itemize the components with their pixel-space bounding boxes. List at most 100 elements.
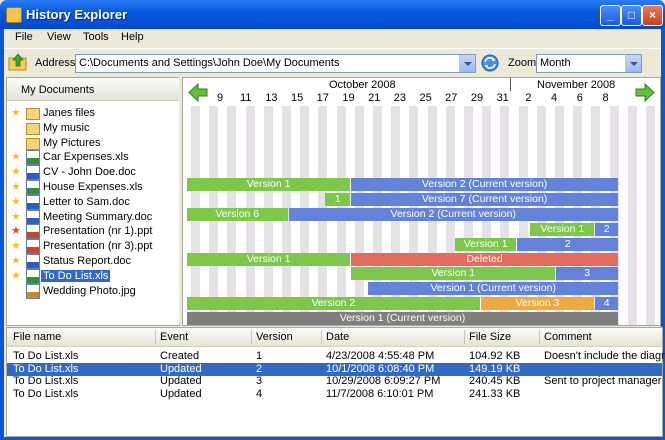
maximize-button[interactable]: □ <box>621 5 642 26</box>
column-separator[interactable] <box>155 330 156 344</box>
column-header[interactable]: File name <box>13 331 61 343</box>
tree-item-label: Janes files <box>43 107 95 119</box>
month-divider <box>510 78 511 91</box>
version-bar[interactable]: Version 2 (Current version) <box>288 207 618 221</box>
folder-tree-panel: My Documents ★ Janes files My music My Pict… <box>6 77 180 326</box>
toolbar: Address C:\Documents and Settings\John D… <box>4 48 661 77</box>
table-cell: 3 <box>256 375 263 387</box>
table-cell: 11/7/2008 6:10:01 PM <box>326 387 434 400</box>
column-separator[interactable] <box>539 330 540 344</box>
title-bar[interactable]: History Explorer _ □ × <box>0 0 665 29</box>
version-bar[interactable]: Version 1 <box>187 252 351 266</box>
column-separator[interactable] <box>464 330 465 344</box>
column-separator[interactable] <box>321 330 322 344</box>
version-bar[interactable]: Version 1 <box>351 267 556 281</box>
tree-header-label: My Documents <box>21 84 95 96</box>
table-cell: 241.33 KB <box>469 387 521 400</box>
minimize-button[interactable]: _ <box>600 5 621 26</box>
scroll-right-icon[interactable] <box>634 83 656 102</box>
menu-file[interactable]: File <box>15 31 33 43</box>
jpg-icon <box>26 283 40 299</box>
version-bar[interactable]: 2 <box>595 222 618 236</box>
version-bar[interactable]: Deleted <box>351 252 618 266</box>
address-combo[interactable]: C:\Documents and Settings\John Doe\My Do… <box>75 54 476 73</box>
day-tick-label: 19 <box>342 92 355 104</box>
zoom-select[interactable]: Month <box>536 54 642 73</box>
menu-tools[interactable]: Tools <box>83 31 109 43</box>
day-tick-label: 13 <box>265 92 278 104</box>
star-icon[interactable]: ★ <box>11 107 21 119</box>
tree-item-label: To Do List.xls <box>41 269 111 282</box>
doc-icon <box>26 194 40 210</box>
table-cell: Doesn't include the diagram <box>544 350 665 362</box>
xls-icon <box>26 150 40 166</box>
zoom-dropdown-icon[interactable] <box>625 55 641 72</box>
doc-icon <box>26 209 40 225</box>
day-column <box>627 106 637 325</box>
day-tick-label: 9 <box>216 92 224 104</box>
address-dropdown-icon[interactable] <box>459 55 475 72</box>
menu-help[interactable]: Help <box>121 31 144 43</box>
version-bar[interactable]: 4 <box>595 297 618 311</box>
version-bar[interactable]: Version 6 <box>187 207 288 221</box>
table-cell: 4/23/2008 4:55:48 PM <box>326 350 435 362</box>
star-icon[interactable]: ★ <box>11 270 21 282</box>
table-row[interactable]: To Do List.xls Updated 3 10/29/2008 6:09:27… <box>7 375 662 388</box>
table-cell: Updated <box>160 375 202 387</box>
column-header[interactable]: Version <box>256 331 293 343</box>
star-icon[interactable]: ★ <box>11 255 21 267</box>
version-bar[interactable]: Version 3 <box>480 297 595 311</box>
table-cell: 1 <box>256 350 263 362</box>
menu-view[interactable]: View <box>47 31 71 43</box>
table-cell: 4 <box>256 387 263 400</box>
scroll-left-icon[interactable] <box>187 83 209 102</box>
column-header[interactable]: Date <box>326 331 349 343</box>
version-bar[interactable]: Version 2 (Current version) <box>351 178 618 191</box>
version-bar[interactable]: Version 1 (Current version) <box>368 282 618 296</box>
up-folder-icon[interactable] <box>7 52 29 73</box>
version-bar[interactable]: Version 1 <box>530 222 595 236</box>
table-cell: 10/1/2008 6:08:40 PM <box>326 362 435 375</box>
version-bar[interactable]: Version 2 <box>187 297 480 311</box>
version-bar[interactable]: Version 1 (Current version) <box>187 312 618 325</box>
star-icon[interactable]: ★ <box>11 166 21 178</box>
version-bar[interactable]: 3 <box>556 267 618 281</box>
address-value[interactable]: C:\Documents and Settings\John Doe\My Do… <box>79 57 339 69</box>
close-button[interactable]: × <box>642 5 663 26</box>
day-column <box>646 106 655 325</box>
star-icon[interactable]: ★ <box>11 240 21 252</box>
tree-item-label: Wedding Photo.jpg <box>43 284 136 297</box>
tree-item-label: Presentation (nr 3).ppt <box>43 240 153 253</box>
version-bar[interactable]: Version 7 (Current version) <box>351 192 618 206</box>
version-bar[interactable]: Version 1 <box>187 178 351 191</box>
table-row[interactable]: To Do List.xls Created 1 4/23/2008 4:55:48 … <box>7 350 665 363</box>
column-header[interactable]: File Size <box>469 331 511 343</box>
day-tick-label: 27 <box>445 92 458 104</box>
star-icon[interactable]: ★ <box>11 225 21 237</box>
version-bar[interactable]: 2 <box>517 237 618 251</box>
tree-item-label: Status Report.doc <box>43 255 132 267</box>
column-header[interactable]: Comment <box>544 331 592 343</box>
table-row[interactable]: To Do List.xls Updated 2 10/1/2008 6:08:40 … <box>7 362 662 376</box>
star-icon[interactable]: ★ <box>11 181 21 193</box>
grid-header: File name Event Version Date File Size Commen… <box>7 328 662 347</box>
version-bar[interactable]: 1 <box>325 192 351 206</box>
table-cell: 240.45 KB <box>469 375 521 387</box>
zoom-value[interactable]: Month <box>540 57 571 69</box>
star-icon[interactable]: ★ <box>11 151 21 163</box>
day-tick-label: 4 <box>551 92 558 104</box>
address-label: Address <box>35 57 76 69</box>
client-area: File View Tools Help Address C:\Document… <box>4 29 665 437</box>
star-icon[interactable]: ★ <box>11 211 21 223</box>
table-row[interactable]: To Do List.xls Updated 4 11/7/2008 6:10:01 … <box>7 388 662 401</box>
version-bar[interactable]: Version 1 <box>454 237 517 251</box>
table-cell: 104.92 KB <box>469 350 521 362</box>
column-header[interactable]: Event <box>160 331 188 343</box>
table-cell: 10/29/2008 6:09:27 PM <box>326 375 441 387</box>
day-tick-label: 2 <box>525 92 532 104</box>
folder-icon <box>26 108 40 120</box>
column-separator[interactable] <box>251 330 252 344</box>
refresh-icon[interactable] <box>479 53 501 73</box>
star-icon[interactable]: ★ <box>11 196 21 208</box>
day-tick-label: 25 <box>419 92 432 104</box>
